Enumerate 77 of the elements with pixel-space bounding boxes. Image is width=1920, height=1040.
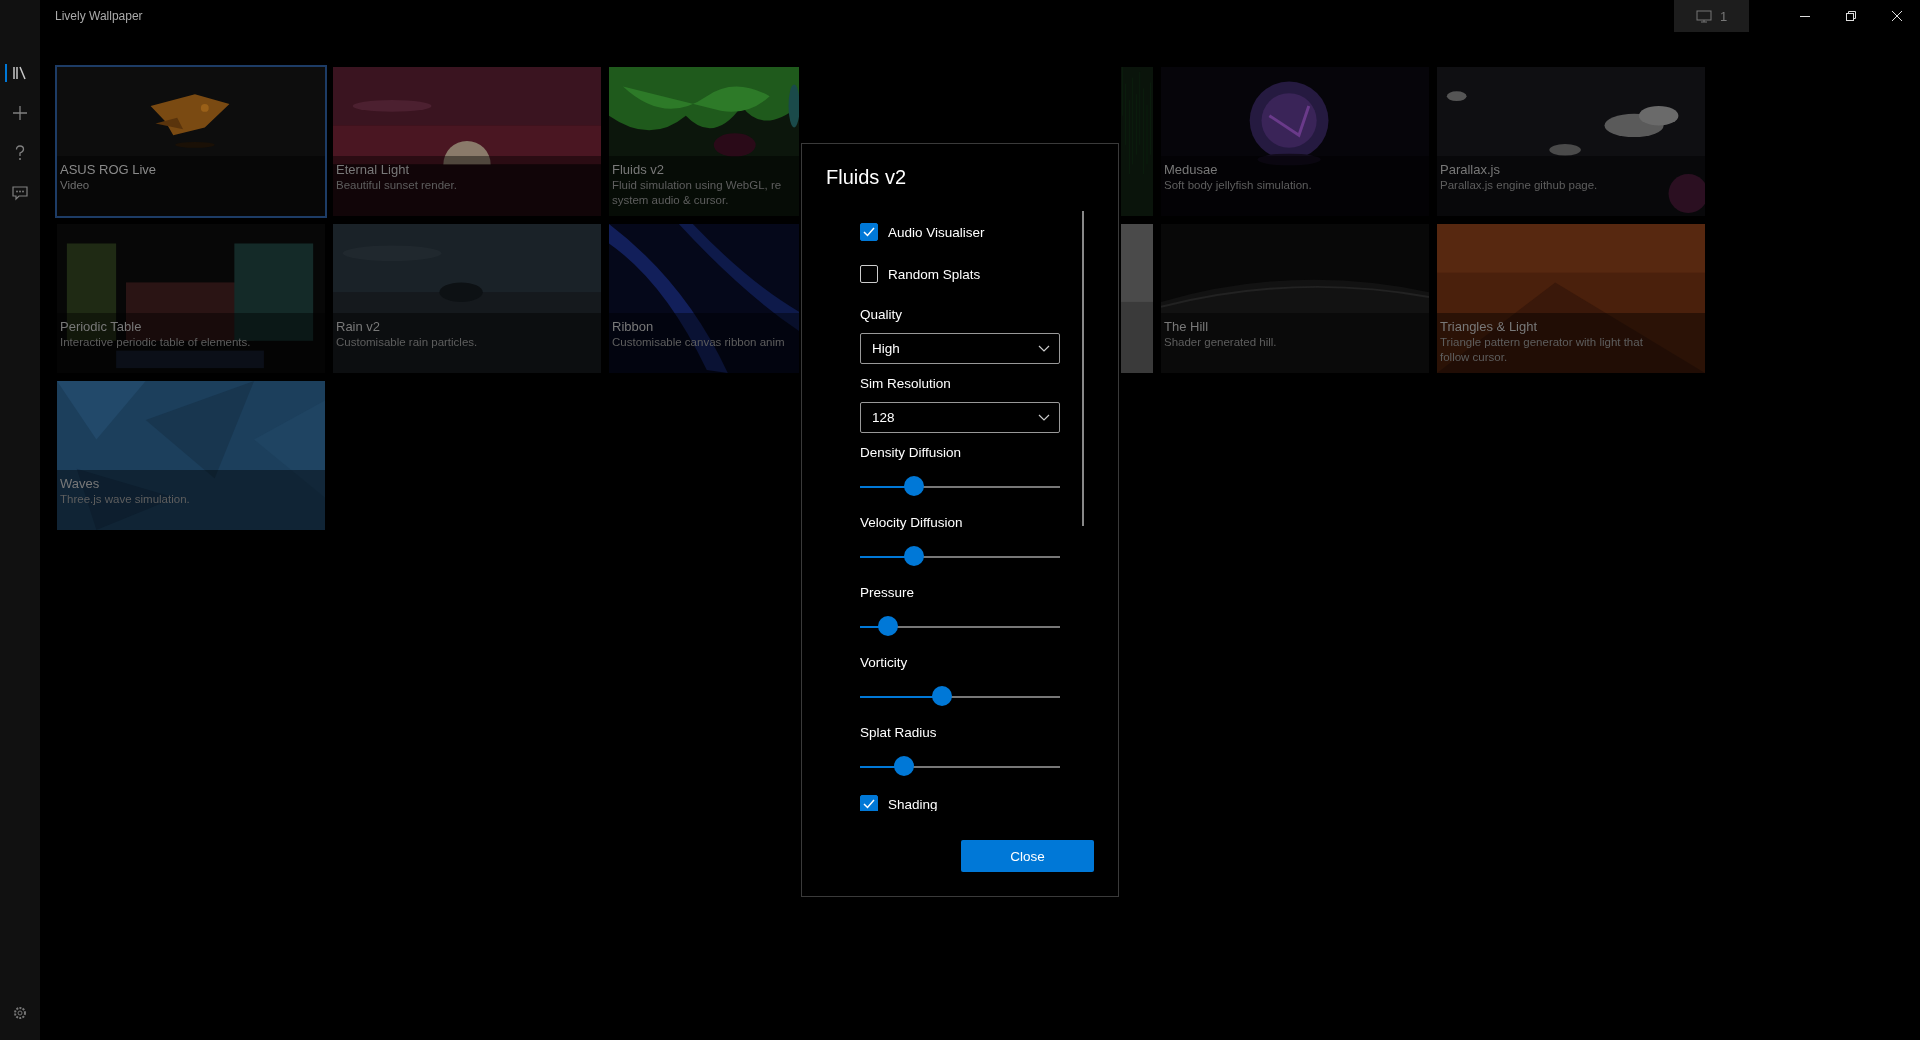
wallpaper-card[interactable]: Fluids v2 Fluid simulation using WebGL, re system audio & cursor. bbox=[607, 65, 801, 218]
restore-icon[interactable] bbox=[1846, 11, 1856, 21]
chevron-icon bbox=[1038, 345, 1050, 352]
checkbox-label[interactable]: Shading bbox=[888, 796, 938, 811]
slider[interactable] bbox=[860, 546, 1060, 568]
checkbox[interactable] bbox=[860, 795, 878, 811]
wallpaper-title: Ribbon bbox=[612, 318, 654, 335]
slider[interactable] bbox=[860, 756, 1060, 778]
chevron-icon bbox=[1038, 414, 1050, 421]
slider-thumb[interactable] bbox=[904, 476, 924, 496]
dropdown[interactable]: 128 bbox=[860, 402, 1060, 433]
wallpaper-title: Waves bbox=[60, 475, 100, 492]
slider-thumb[interactable] bbox=[894, 756, 914, 776]
wallpaper-description: Video bbox=[60, 178, 90, 193]
field-label: Sim Resolution bbox=[860, 376, 951, 391]
slider-thumb[interactable] bbox=[932, 686, 952, 706]
checkbox-label[interactable]: Random Splats bbox=[888, 266, 981, 282]
wallpaper-description: Interactive periodic table of elements. bbox=[60, 335, 251, 350]
slider[interactable] bbox=[860, 686, 1060, 708]
wallpaper-description: Fluid simulation using WebGL, re bbox=[612, 178, 782, 193]
close-button[interactable]: Close bbox=[961, 840, 1094, 872]
settings-icon[interactable] bbox=[13, 1006, 27, 1020]
slider-thumb[interactable] bbox=[878, 616, 898, 636]
wallpaper-description: Three.js wave simulation. bbox=[60, 492, 190, 507]
wallpaper-title: Medusae bbox=[1164, 161, 1218, 178]
monitor-icon bbox=[1695, 9, 1712, 23]
window-title: Lively Wallpaper bbox=[55, 9, 143, 23]
wallpaper-card[interactable]: Medusae Soft body jellyfish simulation. bbox=[1159, 65, 1431, 218]
wallpaper-description: system audio & cursor. bbox=[612, 193, 729, 208]
wallpaper-title: Periodic Table bbox=[60, 318, 142, 335]
wallpaper-card[interactable]: Periodic Table Interactive periodic table of elements. bbox=[55, 222, 327, 375]
wallpaper-card[interactable]: Parallax.js Parallax.js engine github page. bbox=[1435, 65, 1707, 218]
wallpaper-description: Shader generated hill. bbox=[1164, 335, 1277, 350]
wallpaper-title: Parallax.js bbox=[1440, 161, 1500, 178]
wallpaper-title: ASUS ROG Live bbox=[60, 161, 157, 178]
add-icon[interactable] bbox=[12, 105, 28, 121]
wallpaper-card[interactable]: The Hill Shader generated hill. bbox=[1159, 222, 1431, 375]
checkbox-label[interactable]: Audio Visualiser bbox=[888, 224, 985, 240]
library-icon[interactable] bbox=[12, 65, 28, 81]
selection-indicator bbox=[5, 64, 7, 82]
slider[interactable] bbox=[860, 476, 1060, 498]
slider[interactable] bbox=[860, 616, 1060, 638]
wallpaper-card[interactable]: Rain v2 Customisable rain particles. bbox=[331, 222, 603, 375]
wallpaper-card[interactable]: Eternal Light Beautiful sunset render. bbox=[331, 65, 603, 218]
help-icon[interactable] bbox=[15, 145, 25, 161]
slider-label: Density Diffusion bbox=[860, 445, 962, 460]
dropdown[interactable]: High bbox=[860, 333, 1060, 364]
wallpaper-card[interactable]: Ribbon Customisable canvas ribbon anim bbox=[607, 222, 801, 375]
wallpaper-description: Triangle pattern generator with light that bbox=[1440, 335, 1643, 350]
wallpaper-title: Rain v2 bbox=[336, 318, 381, 335]
wallpaper-description: follow cursor. bbox=[1440, 350, 1508, 365]
close-icon[interactable] bbox=[1892, 11, 1902, 21]
wallpaper-title: The Hill bbox=[1164, 318, 1209, 335]
wallpaper-description: Customisable canvas ribbon anim bbox=[612, 335, 785, 350]
wallpaper-description: Parallax.js engine github page. bbox=[1440, 178, 1598, 193]
checkbox[interactable] bbox=[860, 223, 878, 241]
wallpaper-title: Fluids v2 bbox=[612, 161, 665, 178]
wallpaper-description: Soft body jellyfish simulation. bbox=[1164, 178, 1312, 193]
wallpaper-card[interactable]: Waves Three.js wave simulation. bbox=[55, 379, 327, 532]
checkbox[interactable] bbox=[860, 265, 878, 283]
wallpaper-title: Triangles & Light bbox=[1440, 318, 1538, 335]
wallpaper-description: Customisable rain particles. bbox=[336, 335, 478, 350]
slider-label: Pressure bbox=[860, 585, 915, 600]
wallpaper-card[interactable]: Triangles & Light Triangle pattern generator with light that follow cursor. bbox=[1435, 222, 1707, 375]
slider-label: Vorticity bbox=[860, 655, 908, 670]
wallpaper-title: Eternal Light bbox=[336, 161, 409, 178]
monitor-button[interactable]: 1 bbox=[1674, 0, 1749, 32]
field-label: Quality bbox=[860, 307, 903, 322]
slider-label: Velocity Diffusion bbox=[860, 515, 963, 530]
slider-label: Splat Radius bbox=[860, 725, 937, 740]
minimize-icon[interactable] bbox=[1800, 15, 1810, 17]
feedback-icon[interactable] bbox=[12, 185, 28, 201]
scrollbar[interactable] bbox=[1082, 211, 1084, 526]
wallpaper-card[interactable]: ASUS ROG Live Video bbox=[55, 65, 327, 218]
wallpaper-description: Beautiful sunset render. bbox=[336, 178, 457, 193]
slider-thumb[interactable] bbox=[904, 546, 924, 566]
dialog-title: Fluids v2 bbox=[826, 166, 907, 189]
